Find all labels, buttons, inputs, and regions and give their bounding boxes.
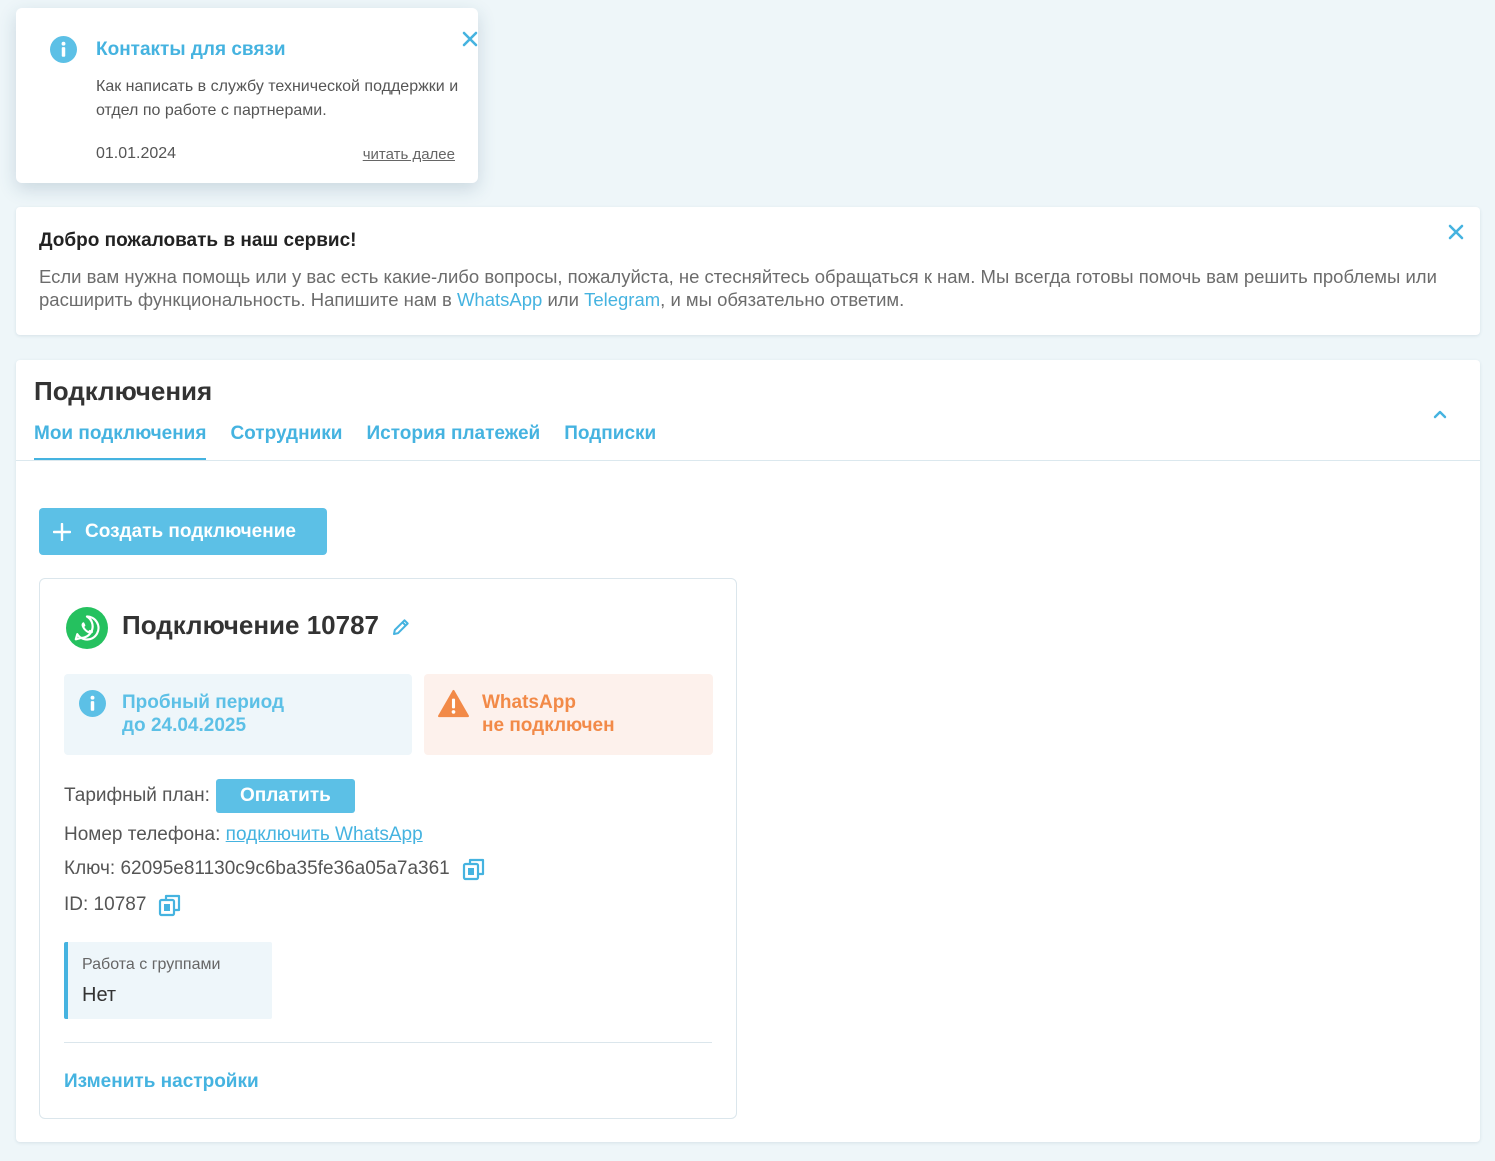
info-icon — [79, 690, 106, 717]
telegram-link[interactable]: Telegram — [584, 289, 660, 310]
trial-period-line1: Пробный период — [122, 692, 285, 713]
connection-card: Подключение 10787 Пробный период до 24.0… — [39, 578, 737, 1119]
status-badge: WhatsApp не подключен — [424, 674, 713, 755]
plan-label: Тарифный план: — [64, 785, 210, 806]
groups-label: Работа с группами — [82, 956, 221, 973]
status-text: WhatsApp не подключен — [482, 691, 615, 737]
id-row: ID: 10787 — [64, 893, 182, 917]
create-connection-label: Создать подключение — [85, 520, 296, 542]
divider — [64, 1042, 712, 1043]
welcome-text: Если вам нужна помощь или у вас есть как… — [39, 265, 1439, 311]
chevron-up-icon[interactable] — [1432, 406, 1448, 422]
key-row: Ключ: 62095e81130c9c6ba35fe36a05a7a361 — [64, 857, 486, 881]
close-icon[interactable] — [1446, 222, 1466, 242]
trial-period-badge: Пробный период до 24.04.2025 — [64, 674, 412, 755]
trial-period-line2: до 24.04.2025 — [122, 715, 247, 736]
pay-button[interactable]: Оплатить — [215, 779, 355, 813]
pencil-icon[interactable] — [390, 616, 412, 638]
contacts-toast: Контакты для связи Как написать в службу… — [16, 8, 478, 183]
groups-value: Нет — [82, 984, 117, 1006]
trial-period-text: Пробный период до 24.04.2025 — [122, 691, 284, 737]
page-title: Подключения — [34, 376, 213, 406]
tab-my-connections[interactable]: Мои подключения — [34, 423, 207, 461]
connect-whatsapp-link[interactable]: подключить WhatsApp — [226, 824, 423, 846]
key-text: Ключ: 62095e81130c9c6ba35fe36a05a7a361 — [64, 858, 450, 879]
welcome-title: Добро пожаловать в наш сервис! — [39, 230, 357, 251]
welcome-banner: Добро пожаловать в наш сервис! Если вам … — [16, 207, 1480, 335]
status-line1: WhatsApp — [482, 692, 576, 713]
plus-icon — [53, 522, 71, 541]
change-settings-link[interactable]: Изменить настройки — [64, 1071, 259, 1093]
id-text: ID: 10787 — [64, 894, 147, 915]
info-icon — [50, 36, 77, 63]
tabs: Мои подключения Сотрудники История плате… — [34, 423, 656, 461]
close-icon[interactable] — [460, 29, 480, 49]
phone-label: Номер телефона: — [64, 824, 221, 845]
tabs-divider — [16, 460, 1480, 461]
toast-title: Контакты для связи — [96, 39, 286, 60]
connection-name: Подключение 10787 — [122, 610, 380, 640]
tab-employees[interactable]: Сотрудники — [230, 423, 342, 461]
read-more-link[interactable]: читать далее — [363, 146, 455, 163]
groups-setting: Работа с группами Нет — [64, 942, 272, 1019]
tab-payment-history[interactable]: История платежей — [366, 423, 540, 461]
create-connection-button[interactable]: Создать подключение — [39, 508, 327, 555]
warning-icon — [438, 689, 469, 718]
welcome-text-part: или — [542, 289, 585, 310]
toast-date: 01.01.2024 — [96, 145, 177, 162]
toast-text: Как написать в службу технической поддер… — [96, 78, 459, 119]
phone-row: Номер телефона: подключить WhatsApp — [64, 824, 423, 846]
copy-icon[interactable] — [462, 857, 486, 881]
whatsapp-link[interactable]: WhatsApp — [457, 289, 542, 310]
status-line2: не подключен — [482, 715, 615, 736]
tab-subscriptions[interactable]: Подписки — [564, 423, 656, 461]
copy-icon[interactable] — [158, 893, 182, 917]
plan-row: Тарифный план: Оплатить — [64, 779, 355, 813]
welcome-text-part: , и мы обязательно ответим. — [660, 289, 905, 310]
whatsapp-icon — [66, 607, 108, 649]
connections-panel: Подключения Мои подключения Сотрудники И… — [16, 360, 1480, 1142]
